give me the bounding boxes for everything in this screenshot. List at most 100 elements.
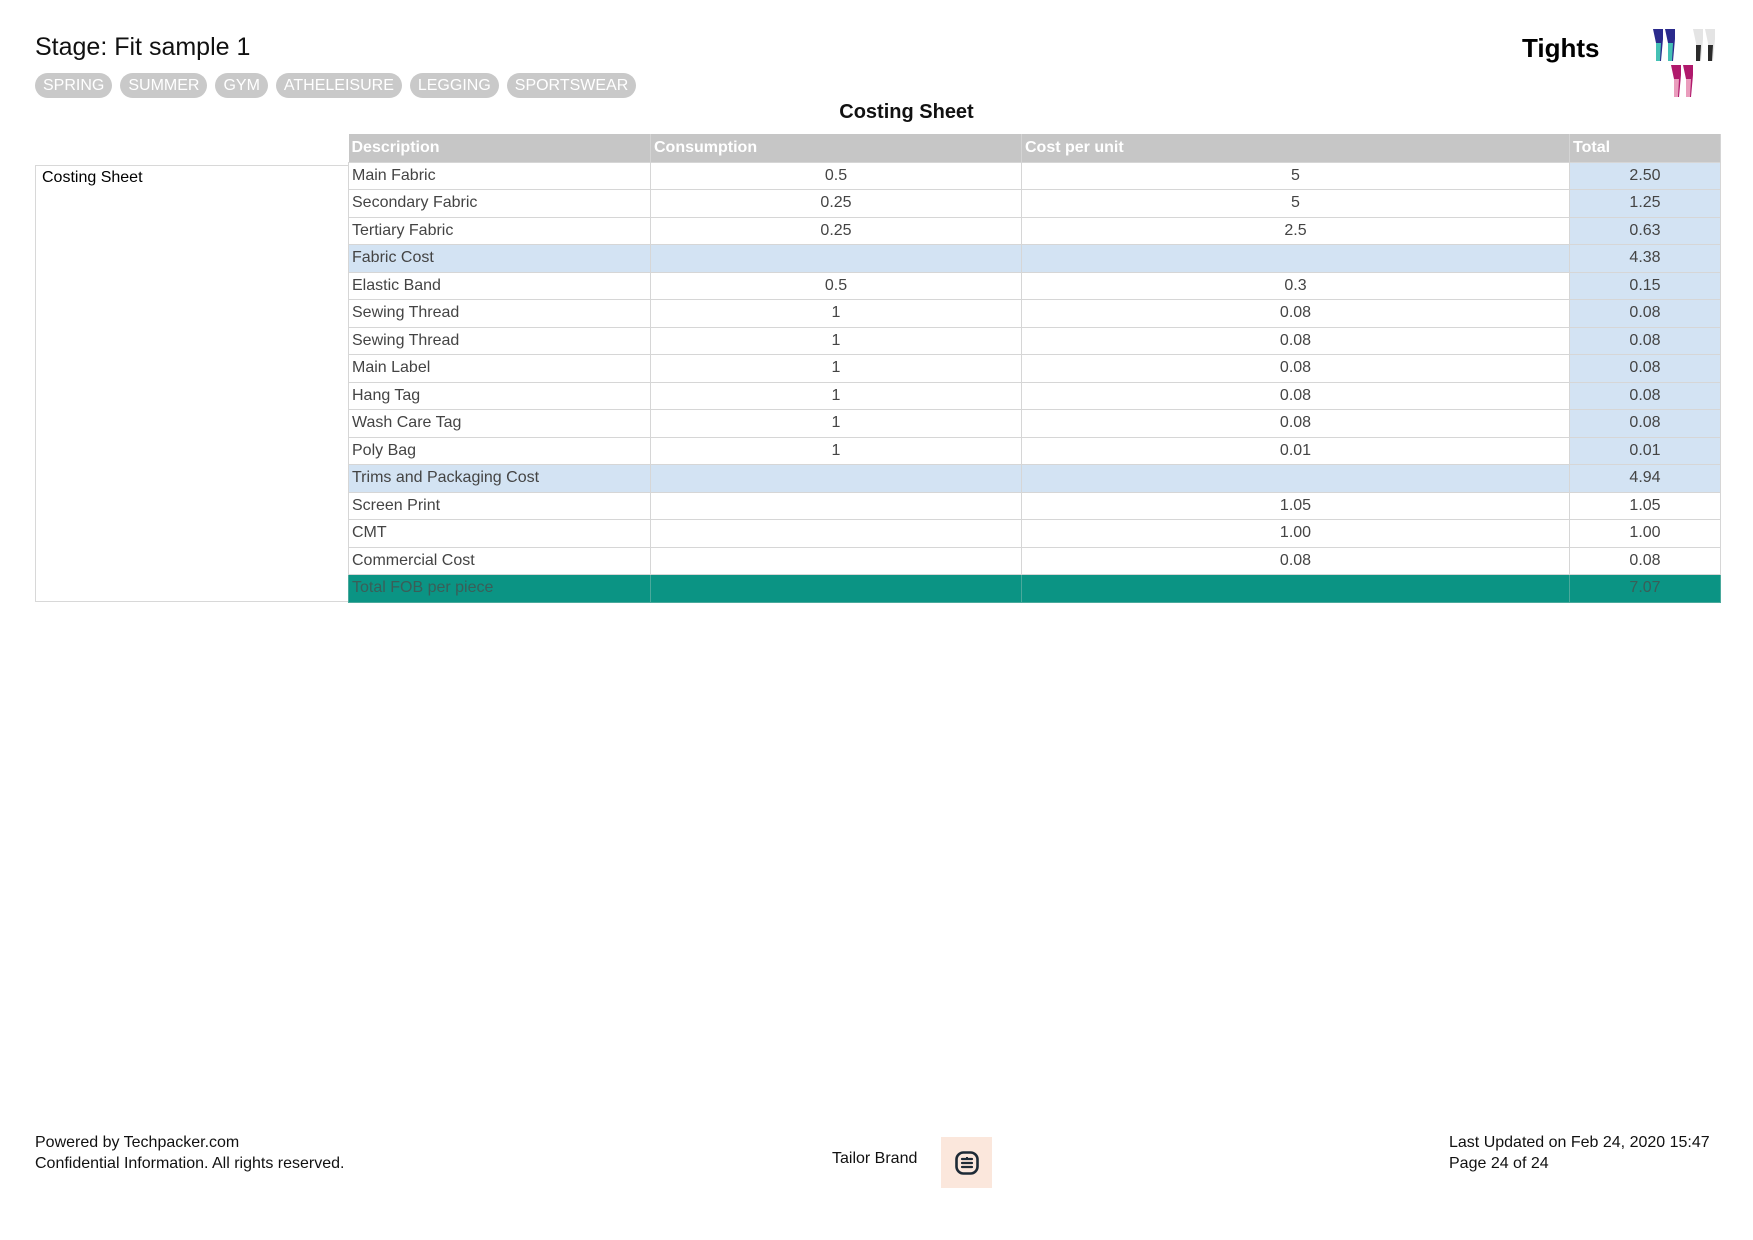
tag-list: SPRING SUMMER GYM ATHELEISURE LEGGING SP…	[35, 73, 637, 98]
cell-total: 0.15	[1569, 271, 1721, 300]
tag: SUMMER	[120, 73, 208, 98]
cell-cost-per-unit: 0.08	[1021, 299, 1570, 328]
cell-consumption	[650, 491, 1022, 520]
table-row: Poly Bag 1 0.01 0.01	[348, 436, 1721, 465]
cell-description: Elastic Band	[348, 271, 651, 300]
cell-description: CMT	[348, 519, 651, 548]
cell-description: Secondary Fabric	[348, 189, 651, 218]
cell-cost-per-unit	[1021, 574, 1570, 603]
cell-total: 1.25	[1569, 189, 1721, 218]
table-row: CMT 1.00 1.00	[348, 519, 1721, 548]
column-header-total: Total	[1569, 134, 1721, 162]
cell-total: 0.63	[1569, 216, 1721, 245]
style-01-leggings	[1653, 29, 1675, 61]
subtotal-row: Fabric Cost 4.38	[348, 244, 1721, 273]
table-header-row: Description Consumption Cost per unit To…	[348, 134, 1721, 162]
cell-consumption: 1	[650, 326, 1022, 355]
cell-consumption	[650, 546, 1022, 575]
brand-name: Tailor Brand	[832, 1150, 918, 1167]
cell-cost-per-unit: 5	[1021, 189, 1570, 218]
last-updated-text: Last Updated on Feb 24, 2020 15:47	[1449, 1134, 1710, 1151]
cell-total: 4.38	[1569, 244, 1721, 273]
tag: ATHELEISURE	[275, 73, 402, 98]
footer-left: Powered by Techpacker.com Confidential I…	[35, 1132, 344, 1174]
cell-total: 0.08	[1569, 546, 1721, 575]
style-03-leggings	[1693, 29, 1715, 61]
table-row: Elastic Band 0.5 0.3 0.15	[348, 271, 1721, 300]
cell-cost-per-unit: 0.08	[1021, 381, 1570, 410]
table-body: Main Fabric 0.5 5 2.50 Secondary Fabric 0.25 5…	[348, 161, 1721, 603]
hat-logo-icon	[954, 1150, 979, 1175]
cell-total: 0.01	[1569, 436, 1721, 465]
column-header-description: Description	[348, 134, 651, 162]
column-header-cost-per-unit: Cost per unit	[1021, 134, 1570, 162]
table-row: Tertiary Fabric 0.25 2.5 0.63	[348, 216, 1721, 245]
table-row: Hang Tag 1 0.08 0.08	[348, 381, 1721, 410]
cell-cost-per-unit	[1021, 464, 1570, 493]
cell-total: 0.08	[1569, 326, 1721, 355]
style-02-leggings	[1671, 65, 1693, 97]
cell-cost-per-unit	[1021, 244, 1570, 273]
cell-cost-per-unit: 5	[1021, 161, 1570, 190]
cell-consumption: 0.5	[650, 161, 1022, 190]
tag: SPORTSWEAR	[506, 73, 637, 98]
cell-description: Sewing Thread	[348, 326, 651, 355]
costing-table: Description Consumption Cost per unit To…	[348, 134, 1721, 603]
cell-description: Hang Tag	[348, 381, 651, 410]
cell-cost-per-unit: 0.01	[1021, 436, 1570, 465]
cell-total: 0.08	[1569, 381, 1721, 410]
confidential-text: Confidential Information. All rights res…	[35, 1155, 345, 1172]
cell-total: 1.00	[1569, 519, 1721, 548]
cell-total: 2.50	[1569, 161, 1721, 190]
footer-right: Last Updated on Feb 24, 2020 15:47 Page …	[1449, 1132, 1710, 1174]
cell-consumption	[650, 464, 1022, 493]
cell-description: Commercial Cost	[348, 546, 651, 575]
cell-consumption: 0.5	[650, 271, 1022, 300]
tag: LEGGING	[409, 73, 499, 98]
table-row: Secondary Fabric 0.25 5 1.25	[348, 189, 1721, 218]
cell-consumption	[650, 244, 1022, 273]
cell-cost-per-unit: 0.08	[1021, 326, 1570, 355]
table-row: Commercial Cost 0.08 0.08	[348, 546, 1721, 575]
cell-consumption: 1	[650, 409, 1022, 438]
subtotal-row: Trims and Packaging Cost 4.94	[348, 464, 1721, 493]
grand-total-row: Total FOB per piece 7.07	[348, 574, 1721, 603]
cell-cost-per-unit: 0.08	[1021, 354, 1570, 383]
cell-cost-per-unit: 2.5	[1021, 216, 1570, 245]
section-label: Costing Sheet	[35, 165, 349, 602]
cell-cost-per-unit: 0.08	[1021, 409, 1570, 438]
cell-description: Sewing Thread	[348, 299, 651, 328]
table-row: Sewing Thread 1 0.08 0.08	[348, 326, 1721, 355]
cell-total: 1.05	[1569, 491, 1721, 520]
cell-cost-per-unit: 0.3	[1021, 271, 1570, 300]
section-title: Costing Sheet	[839, 101, 974, 123]
cell-description: Trims and Packaging Cost	[348, 464, 651, 493]
tag: SPRING	[35, 73, 113, 98]
cell-cost-per-unit: 0.08	[1021, 546, 1570, 575]
leggings-thumbnail-icon	[1653, 29, 1715, 97]
table-row: Main Fabric 0.5 5 2.50	[348, 161, 1721, 190]
cell-consumption: 1	[650, 381, 1022, 410]
cell-description: Total FOB per piece	[348, 574, 651, 603]
cell-description: Screen Print	[348, 491, 651, 520]
cell-total: 0.08	[1569, 299, 1721, 328]
powered-by-text: Powered by Techpacker.com	[35, 1134, 240, 1151]
product-name: Tights	[1522, 33, 1600, 63]
tag: GYM	[215, 73, 268, 98]
cell-consumption	[650, 519, 1022, 548]
cell-total: 4.94	[1569, 464, 1721, 493]
cell-description: Tertiary Fabric	[348, 216, 651, 245]
product-thumbnail	[1647, 25, 1721, 103]
cell-consumption: 0.25	[650, 216, 1022, 245]
cell-consumption: 0.25	[650, 189, 1022, 218]
table-row: Wash Care Tag 1 0.08 0.08	[348, 409, 1721, 438]
cell-cost-per-unit: 1.05	[1021, 491, 1570, 520]
cell-description: Wash Care Tag	[348, 409, 651, 438]
cell-description: Main Fabric	[348, 161, 651, 190]
cell-consumption: 1	[650, 299, 1022, 328]
table-row: Main Label 1 0.08 0.08	[348, 354, 1721, 383]
cell-consumption	[650, 574, 1022, 603]
cell-description: Main Label	[348, 354, 651, 383]
stage-title: Stage: Fit sample 1	[35, 33, 251, 61]
cell-cost-per-unit: 1.00	[1021, 519, 1570, 548]
